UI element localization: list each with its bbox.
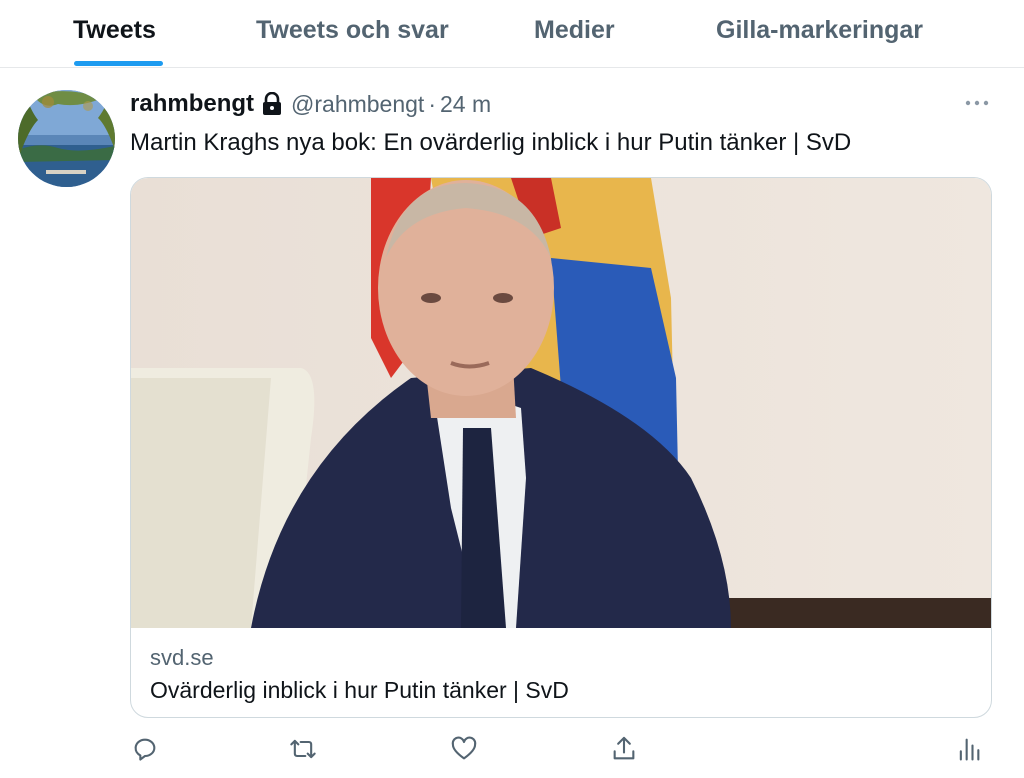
like-button[interactable] [450,735,480,765]
card-title: Ovärderlig inblick i hur Putin tänker | … [150,677,569,703]
card-domain: svd.se [150,645,214,670]
avatar[interactable] [18,90,115,187]
tweet-timestamp[interactable]: 24 m [440,91,491,118]
separator-dot: · [428,90,436,117]
reply-icon [134,738,156,761]
share-icon [613,736,635,760]
card-image [131,178,991,628]
tweet-text: Martin Kraghs nya bok: En ovärderlig inb… [130,129,852,156]
analytics-button[interactable] [955,735,985,765]
tweet-header: rahmbengt @rahmbengt · 24 m [130,88,491,120]
tab-likes[interactable]: Gilla-markeringar [716,16,923,45]
share-button[interactable] [610,735,640,765]
user-handle[interactable]: @rahmbengt [291,91,424,118]
analytics-icon [959,738,980,761]
retweet-button[interactable] [289,735,319,765]
lock-icon [261,91,283,116]
retweet-icon [290,739,316,759]
more-horizontal-icon[interactable] [962,92,992,114]
profile-tabs: Tweets Tweets och svar Medier Gilla-mark… [0,0,1024,68]
display-name[interactable]: rahmbengt [130,90,254,118]
link-card[interactable]: svd.se Ovärderlig inblick i hur Putin tä… [130,177,992,718]
like-icon [451,736,477,760]
avatar-image [18,90,115,187]
tab-media[interactable]: Medier [534,16,615,45]
active-tab-indicator [74,61,163,66]
reply-button[interactable] [131,735,161,765]
tab-tweets[interactable]: Tweets [73,16,156,45]
tab-tweets-and-replies[interactable]: Tweets och svar [256,16,449,45]
